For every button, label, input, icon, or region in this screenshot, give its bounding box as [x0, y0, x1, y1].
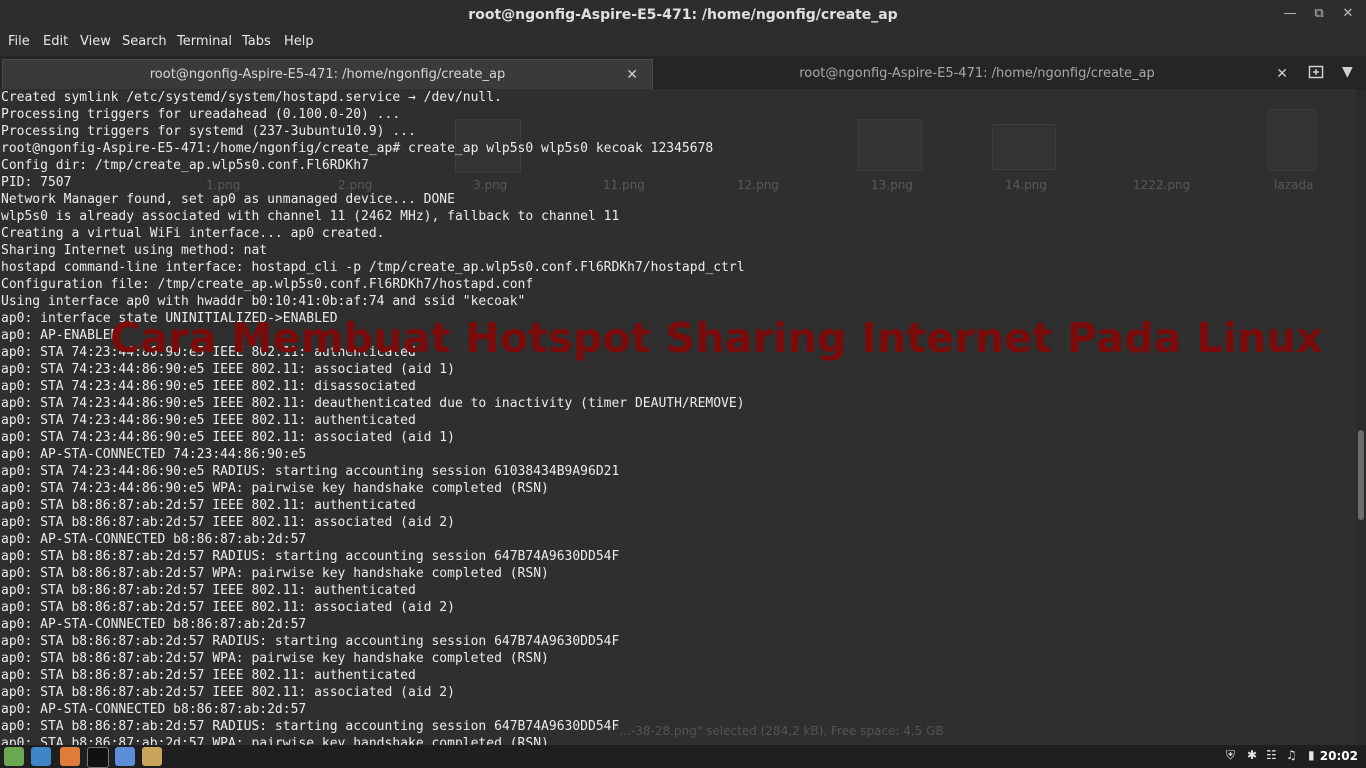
- file-thumbnail: [992, 124, 1056, 170]
- terminal-line: Processing triggers for systemd (237-3ub…: [1, 124, 416, 139]
- terminal-line: Network Manager found, set ap0 as unmana…: [1, 192, 455, 207]
- menu-view[interactable]: View: [80, 34, 111, 49]
- terminal-line: ap0: AP-STA-CONNECTED b8:86:87:ab:2d:57: [1, 617, 307, 632]
- close-tab-icon[interactable]: ✕: [1276, 59, 1288, 89]
- terminal-line: ap0: STA b8:86:87:ab:2d:57 WPA: pairwise…: [1, 736, 549, 745]
- network-wifi-icon[interactable]: ☷: [1266, 748, 1277, 762]
- title-bar: root@ngonfig-Aspire-E5-471: /home/ngonfi…: [0, 0, 1366, 30]
- terminal-line: ap0: AP-STA-CONNECTED b8:86:87:ab:2d:57: [1, 702, 307, 717]
- tab-bar: root@ngonfig-Aspire-E5-471: /home/ngonfi…: [0, 56, 1366, 91]
- menu-help[interactable]: Help: [284, 34, 314, 49]
- terminal-line: ap0: STA 74:23:44:86:90:e5 RADIUS: start…: [1, 464, 620, 479]
- terminal-line: Created symlink /etc/systemd/system/host…: [1, 90, 502, 105]
- close-tab-icon[interactable]: ✕: [626, 60, 638, 90]
- terminal-line: ap0: STA 74:23:44:86:90:e5 IEEE 802.11: …: [1, 413, 416, 428]
- terminal-line: ap0: STA b8:86:87:ab:2d:57 IEEE 802.11: …: [1, 600, 455, 615]
- terminal-line: Config dir: /tmp/create_ap.wlp5s0.conf.F…: [1, 158, 369, 173]
- menu-search[interactable]: Search: [122, 34, 167, 49]
- file-label: lazada: [1274, 178, 1314, 192]
- overlay-watermark-title: Cara Membuat Hotspot Sharing Internet Pa…: [110, 314, 1323, 362]
- terminal-line: ap0: STA 74:23:44:86:90:e5 IEEE 802.11: …: [1, 362, 455, 377]
- terminal-line: hostapd command-line interface: hostapd_…: [1, 260, 745, 275]
- terminal-line: ap0: STA b8:86:87:ab:2d:57 IEEE 802.11: …: [1, 498, 416, 513]
- terminal-line: Creating a virtual WiFi interface... ap0…: [1, 226, 385, 241]
- terminal-line: ap0: STA b8:86:87:ab:2d:57 WPA: pairwise…: [1, 651, 549, 666]
- new-tab-icon[interactable]: [1308, 64, 1324, 84]
- terminal-line: ap0: STA 74:23:44:86:90:e5 IEEE 802.11: …: [1, 379, 416, 394]
- maximize-button[interactable]: ⧉: [1308, 4, 1330, 24]
- menu-edit[interactable]: Edit: [43, 34, 68, 49]
- terminal-line: wlp5s0 is already associated with channe…: [1, 209, 620, 224]
- tab-label: root@ngonfig-Aspire-E5-471: /home/ngonfi…: [799, 66, 1155, 81]
- tab-terminal-2[interactable]: root@ngonfig-Aspire-E5-471: /home/ngonfi…: [652, 59, 1302, 89]
- terminal-line: ap0: STA b8:86:87:ab:2d:57 RADIUS: start…: [1, 719, 620, 734]
- terminal-line: ap0: STA 74:23:44:86:90:e5 IEEE 802.11: …: [1, 396, 745, 411]
- files-icon[interactable]: [142, 747, 162, 766]
- terminal-view[interactable]: 1.png 2.png 3.png 11.png 12.png 13.png 1…: [0, 89, 1356, 745]
- terminal-line: Sharing Internet using method: nat: [1, 243, 268, 258]
- terminal-line: root@ngonfig-Aspire-E5-471:/home/ngonfig…: [1, 141, 714, 156]
- file-label: 13.png: [871, 178, 913, 192]
- terminal-line: ap0: STA 74:23:44:86:90:e5 IEEE 802.11: …: [1, 430, 455, 445]
- terminal-line: ap0: AP-STA-CONNECTED 74:23:44:86:90:e5: [1, 447, 307, 462]
- terminal-line: ap0: STA b8:86:87:ab:2d:57 IEEE 802.11: …: [1, 515, 455, 530]
- terminal-line: ap0: STA b8:86:87:ab:2d:57 RADIUS: start…: [1, 549, 620, 564]
- close-window-button[interactable]: ✕: [1337, 4, 1359, 24]
- shield-icon[interactable]: ⛨: [1226, 748, 1235, 763]
- terminal-line: ap0: STA b8:86:87:ab:2d:57 RADIUS: start…: [1, 634, 620, 649]
- terminal-line: ap0: STA b8:86:87:ab:2d:57 IEEE 802.11: …: [1, 583, 416, 598]
- minimize-button[interactable]: —: [1279, 4, 1301, 24]
- terminal-line: Processing triggers for ureadahead (0.10…: [1, 107, 401, 122]
- terminal-line: PID: 7507: [1, 175, 72, 190]
- terminal-scrollbar[interactable]: [1356, 90, 1366, 745]
- terminal-line: ap0: STA b8:86:87:ab:2d:57 IEEE 802.11: …: [1, 668, 416, 683]
- battery-icon[interactable]: ▮: [1308, 748, 1315, 762]
- file-label: 1222.png: [1133, 178, 1191, 192]
- volume-icon[interactable]: ♫: [1286, 748, 1297, 762]
- tab-terminal-1[interactable]: root@ngonfig-Aspire-E5-471: /home/ngonfi…: [2, 59, 653, 90]
- terminal-output: Created symlink /etc/systemd/system/host…: [1, 89, 745, 745]
- scrollbar-thumb[interactable]: [1358, 430, 1364, 520]
- folder-icon[interactable]: [115, 747, 135, 766]
- file-thumbnail: [858, 119, 922, 171]
- terminal-line: ap0: STA b8:86:87:ab:2d:57 IEEE 802.11: …: [1, 685, 455, 700]
- show-desktop-icon[interactable]: [31, 747, 51, 766]
- terminal-line: ap0: STA b8:86:87:ab:2d:57 WPA: pairwise…: [1, 566, 549, 581]
- menu-file[interactable]: File: [8, 34, 30, 49]
- file-label: 14.png: [1005, 178, 1047, 192]
- taskbar: ⛨ ✱ ☷ ♫ ▮ 20:02: [0, 745, 1366, 768]
- terminal-line: ap0: AP-STA-CONNECTED b8:86:87:ab:2d:57: [1, 532, 307, 547]
- menu-bar: File Edit View Search Terminal Tabs Help: [0, 30, 1366, 56]
- terminal-icon[interactable]: [87, 747, 109, 768]
- menu-terminal[interactable]: Terminal: [177, 34, 232, 49]
- tab-menu-chevron-icon[interactable]: ▼: [1342, 64, 1353, 80]
- mint-menu-icon[interactable]: [4, 747, 24, 766]
- firefox-icon[interactable]: [60, 747, 80, 766]
- terminal-line: Configuration file: /tmp/create_ap.wlp5s…: [1, 277, 534, 292]
- terminal-line: ap0: STA 74:23:44:86:90:e5 WPA: pairwise…: [1, 481, 549, 496]
- file-thumbnail: [1268, 109, 1316, 171]
- tab-label: root@ngonfig-Aspire-E5-471: /home/ngonfi…: [149, 67, 506, 82]
- window-title: root@ngonfig-Aspire-E5-471: /home/ngonfi…: [468, 7, 898, 23]
- menu-tabs[interactable]: Tabs: [242, 34, 271, 49]
- clock: 20:02: [1319, 749, 1358, 763]
- terminal-line: Using interface ap0 with hwaddr b0:10:41…: [1, 294, 526, 309]
- bluetooth-icon[interactable]: ✱: [1247, 748, 1257, 762]
